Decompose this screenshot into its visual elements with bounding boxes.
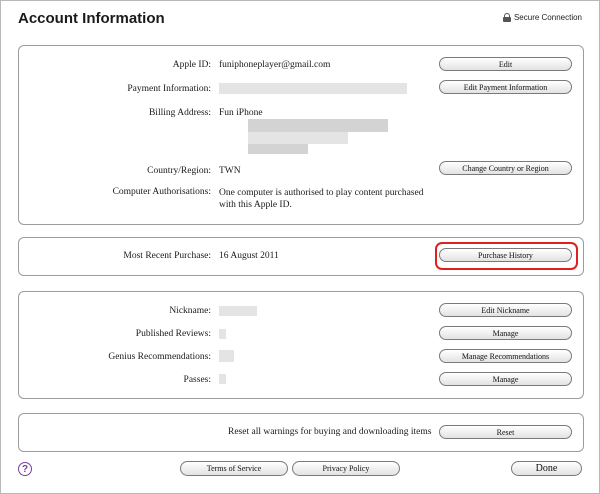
change-country-button[interactable]: Change Country or Region [439, 161, 572, 175]
apple-id-value: funiphoneplayer@gmail.com [219, 60, 331, 70]
reset-panel: Reset all warnings for buying and downlo… [18, 413, 584, 452]
genius-label: Genius Recommendations: [108, 352, 211, 362]
purchase-panel: Most Recent Purchase: 16 August 2011 Pur… [18, 237, 584, 276]
country-label: Country/Region: [147, 166, 211, 176]
reviews-label: Published Reviews: [135, 329, 211, 339]
nickname-label: Nickname: [169, 306, 211, 316]
billing-redacted-2 [248, 132, 348, 144]
country-value: TWN [219, 166, 241, 176]
manage-recommendations-button[interactable]: Manage Recommendations [439, 349, 572, 363]
auth-label: Computer Authorisations: [112, 187, 211, 197]
help-button[interactable]: ? [18, 462, 32, 476]
done-button[interactable]: Done [511, 461, 582, 476]
payment-label: Payment Information: [127, 84, 211, 94]
passes-label: Passes: [183, 375, 211, 385]
secure-connection-label: Secure Connection [513, 13, 582, 22]
payment-redacted [219, 83, 407, 94]
edit-button[interactable]: Edit [439, 57, 572, 71]
billing-redacted-3 [248, 144, 308, 154]
edit-nickname-button[interactable]: Edit Nickname [439, 303, 572, 317]
apple-id-label: Apple ID: [172, 60, 211, 70]
manage-passes-button[interactable]: Manage [439, 372, 572, 386]
auth-value: One computer is authorised to play conte… [219, 188, 424, 210]
account-panel: Apple ID: funiphoneplayer@gmail.com Paym… [18, 45, 584, 225]
billing-label: Billing Address: [148, 108, 211, 118]
terms-of-service-button[interactable]: Terms of Service [180, 461, 288, 476]
billing-redacted-1 [248, 119, 388, 132]
recent-purchase-label: Most Recent Purchase: [123, 251, 211, 261]
secure-connection: Secure Connection [502, 13, 582, 22]
purchase-history-button[interactable]: Purchase History [439, 248, 572, 262]
reset-text: Reset all warnings for buying and downlo… [228, 427, 432, 437]
manage-reviews-button[interactable]: Manage [439, 326, 572, 340]
nickname-redacted [219, 306, 257, 316]
edit-payment-button[interactable]: Edit Payment Information [439, 80, 572, 94]
page-title: Account Information [18, 10, 165, 27]
billing-name: Fun iPhone [219, 108, 263, 118]
recent-purchase-value: 16 August 2011 [219, 251, 279, 261]
reviews-redacted [219, 329, 226, 339]
profile-panel: Nickname: Published Reviews: Genius Reco… [18, 291, 584, 399]
privacy-policy-button[interactable]: Privacy Policy [292, 461, 400, 476]
passes-redacted [219, 374, 226, 384]
reset-button[interactable]: Reset [439, 425, 572, 439]
lock-icon [502, 13, 511, 22]
genius-redacted [219, 350, 234, 362]
